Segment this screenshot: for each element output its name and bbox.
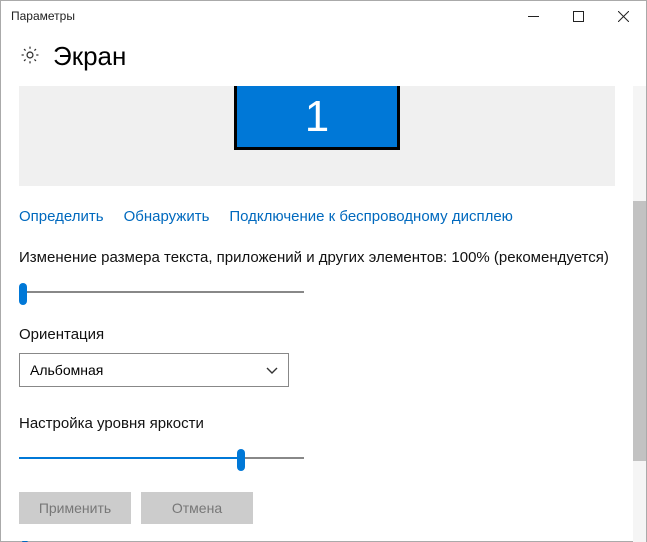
close-icon [618, 11, 629, 22]
minimize-icon [528, 11, 539, 22]
brightness-slider[interactable] [19, 448, 304, 468]
apply-button[interactable]: Применить [19, 492, 131, 524]
display-preview-area: 1 [19, 86, 615, 186]
close-button[interactable] [601, 1, 646, 31]
orientation-dropdown[interactable]: Альбомная [19, 353, 289, 387]
page-header: Экран [1, 31, 646, 86]
gear-icon [19, 44, 41, 69]
window-controls [511, 1, 646, 31]
minimize-button[interactable] [511, 1, 556, 31]
slider-thumb[interactable] [19, 283, 27, 305]
orientation-label: Ориентация [19, 326, 628, 343]
scale-slider[interactable] [19, 282, 304, 302]
action-buttons: Применить Отмена [19, 492, 628, 524]
slider-thumb[interactable] [237, 449, 245, 471]
scrollbar-track[interactable] [633, 86, 646, 542]
monitor-1[interactable]: 1 [234, 86, 400, 150]
additional-settings-link[interactable]: Дополнительные параметры экрана [19, 538, 628, 542]
titlebar: Параметры [1, 1, 646, 31]
connect-wireless-link[interactable]: Подключение к беспроводному дисплею [229, 208, 513, 225]
identify-link[interactable]: Определить [19, 208, 104, 225]
maximize-button[interactable] [556, 1, 601, 31]
scrollbar-thumb[interactable] [633, 201, 646, 461]
scale-label: Изменение размера текста, приложений и д… [19, 249, 628, 266]
slider-fill [19, 457, 241, 459]
cancel-button[interactable]: Отмена [141, 492, 253, 524]
monitor-number: 1 [305, 92, 329, 142]
maximize-icon [573, 11, 584, 22]
window-title: Параметры [11, 9, 75, 23]
detect-link[interactable]: Обнаружить [124, 208, 210, 225]
brightness-label: Настройка уровня яркости [19, 415, 628, 432]
content-area: 1 Определить Обнаружить Подключение к бе… [1, 86, 646, 542]
slider-track [19, 291, 304, 293]
page-title: Экран [53, 41, 126, 72]
chevron-down-icon [266, 362, 278, 378]
display-actions: Определить Обнаружить Подключение к бесп… [19, 186, 615, 249]
orientation-value: Альбомная [30, 362, 103, 378]
